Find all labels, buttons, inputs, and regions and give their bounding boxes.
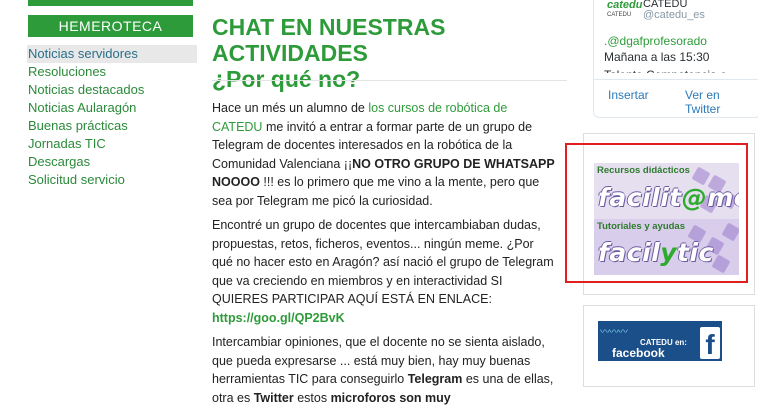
sidebar-item-solicitud-servicio[interactable]: Solicitud servicio [27, 171, 197, 189]
paragraph-bold: Telegram [407, 372, 463, 387]
title-divider [212, 80, 567, 81]
twitter-view-link[interactable]: Ver en Twitter [685, 88, 758, 116]
sidebar-item-jornadas-tic[interactable]: Jornadas TIC [27, 135, 197, 153]
tweet-text-clipped: Talento Competencia e [604, 68, 754, 73]
sidebar-item-noticias-servidores[interactable]: Noticias servidores [27, 45, 197, 63]
paragraph-text: estos [293, 390, 331, 405]
catedu-logo[interactable]: catedu [607, 0, 642, 11]
article-title-line1[interactable]: CHAT EN NUESTRAS ACTIVIDADES [212, 14, 445, 66]
paragraph-text: Encontré un grupo de docentes que interc… [212, 218, 554, 307]
twitter-divider [594, 79, 758, 80]
sidebar-item-resoluciones[interactable]: Resoluciones [27, 63, 197, 81]
sidebar-item-noticias-aularagon[interactable]: Noticias Aularagón [27, 99, 197, 117]
sidebar-nav: Noticias servidores Resoluciones Noticia… [27, 45, 197, 189]
catedu-logo-label: CATEDU [607, 12, 632, 18]
twitter-insert-link[interactable]: Insertar [608, 88, 649, 102]
article-paragraph-1: Hace un més un alumno de los cursos de r… [212, 99, 557, 211]
paragraph-bold: Twitter [253, 390, 294, 405]
waves-icon: 〰〰〰 [600, 327, 628, 338]
paragraph-text: Hace un més un alumno de [212, 101, 369, 115]
paragraph-text: !!! es lo primero que me vino a la mente… [212, 175, 540, 208]
tweet-text: Mañana a las 15:30 [604, 50, 710, 64]
twitter-account-name[interactable]: CATEDU [643, 0, 687, 7]
twitter-handle[interactable]: @catedu_es [643, 9, 705, 21]
hemeroteca-header: HEMEROTECA [28, 15, 193, 37]
paragraph-bold: microforos son muy [330, 390, 451, 405]
article-paragraph-2: Encontré un grupo de docentes que interc… [212, 216, 557, 328]
highlight-frame [565, 143, 748, 283]
sidebar-item-descargas[interactable]: Descargas [27, 153, 197, 171]
facebook-wordmark: facebook [612, 346, 665, 360]
facebook-icon[interactable]: f [700, 327, 720, 360]
telegram-group-link[interactable]: https://goo.gl/QP2BvK [212, 311, 345, 325]
sidebar-top-bar [28, 0, 193, 6]
article-paragraph-3: Intercambiar opiniones, que el docente n… [212, 333, 557, 407]
sidebar-item-buenas-practicas[interactable]: Buenas prácticas [27, 117, 197, 135]
article-title-line2[interactable]: ¿Por qué no? [212, 66, 360, 92]
sidebar-item-noticias-destacados[interactable]: Noticias destacados [27, 81, 197, 99]
tweet-mention[interactable]: .@dgafprofesorado [604, 34, 707, 48]
